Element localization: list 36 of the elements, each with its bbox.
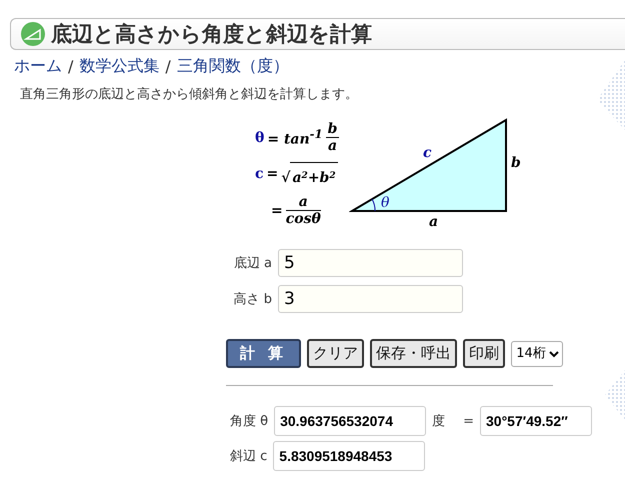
result-field[interactable]: 30°57′49.52″ bbox=[480, 406, 592, 436]
result-label: 斜辺 c bbox=[230, 448, 268, 465]
breadcrumb-link[interactable]: 三角関数（度） bbox=[176, 56, 289, 77]
formula-text: = bbox=[271, 202, 283, 218]
action-button[interactable]: 計 算 bbox=[226, 339, 302, 368]
result-field[interactable]: 5.8309518948453 bbox=[273, 441, 426, 471]
angle-label: θ bbox=[381, 195, 390, 211]
angle-arc bbox=[372, 198, 376, 212]
field-label: 高さ b bbox=[232, 291, 272, 308]
digits-select[interactable]: 14桁 bbox=[511, 340, 564, 366]
formula-symbol: θ bbox=[255, 130, 264, 146]
breadcrumb-link[interactable]: 数学公式集 bbox=[79, 56, 160, 77]
page-title: 底辺と高さから角度と斜辺を計算 bbox=[51, 21, 372, 48]
equals-sign: = bbox=[463, 414, 474, 428]
square-root: √a$^{2}$+b$^{2}$ bbox=[281, 162, 338, 186]
action-button[interactable]: 印刷 bbox=[463, 339, 506, 368]
unit-label: 度 bbox=[432, 413, 446, 430]
action-button[interactable]: 保存・呼出 bbox=[370, 339, 458, 368]
formula-text: = bbox=[266, 166, 278, 182]
result-label: 角度 θ bbox=[230, 413, 268, 430]
field-label: 底辺 a bbox=[232, 255, 272, 272]
breadcrumb-separator: / bbox=[165, 57, 171, 76]
result-field[interactable]: 30.963756532074 bbox=[274, 406, 426, 436]
fraction: b a bbox=[326, 121, 340, 154]
action-button[interactable]: クリア bbox=[307, 339, 364, 368]
formula-text: = tan$^{-1}$ bbox=[267, 127, 323, 148]
formula-symbol: c bbox=[255, 166, 264, 182]
description: 直角三角形の底辺と高さから傾斜角と斜辺を計算します。 bbox=[20, 86, 359, 103]
fraction: a cosθ bbox=[286, 194, 321, 227]
side-label: b bbox=[511, 155, 522, 171]
input-field[interactable]: 5 bbox=[278, 249, 463, 277]
side-label: a bbox=[429, 214, 438, 229]
side-label: c bbox=[423, 145, 432, 161]
input-field[interactable]: 3 bbox=[278, 285, 463, 313]
breadcrumb-link[interactable]: ホーム bbox=[14, 56, 62, 77]
breadcrumb-separator: / bbox=[68, 57, 74, 76]
